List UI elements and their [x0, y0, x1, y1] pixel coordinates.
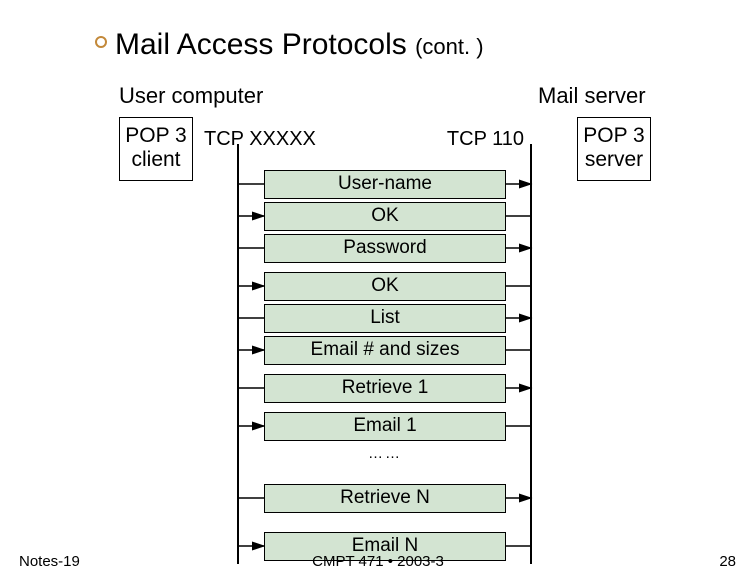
message-box: List	[264, 304, 506, 333]
tcp-client-port: TCP XXXXX	[204, 128, 316, 151]
footer-page: 28	[719, 553, 736, 570]
message-box: Email # and sizes	[264, 336, 506, 365]
tcp-server-port: TCP 110	[447, 128, 524, 151]
message-label: Email # and sizes	[311, 339, 460, 360]
message-box: Password	[264, 234, 506, 263]
title-main: Mail Access Protocols	[115, 28, 415, 61]
timeline-server	[530, 144, 532, 564]
message-box: Email 1	[264, 412, 506, 441]
title-cont: (cont. )	[415, 34, 483, 59]
label-user-computer: User computer	[119, 83, 263, 109]
message-box: OK	[264, 202, 506, 231]
pop3-server-line1: POP 3	[578, 124, 650, 148]
pop3-client-line1: POP 3	[120, 124, 192, 148]
message-label: Retrieve N	[340, 487, 430, 508]
pop3-client-box: POP 3 client	[119, 117, 193, 181]
label-mail-server: Mail server	[538, 83, 646, 109]
ellipsis: ……	[264, 445, 506, 462]
message-label: User-name	[338, 173, 432, 194]
message-label: OK	[371, 205, 398, 226]
message-box: User-name	[264, 170, 506, 199]
title-bullet	[95, 36, 107, 48]
message-box: Retrieve N	[264, 484, 506, 513]
message-label: Email 1	[353, 415, 416, 436]
message-box: Retrieve 1	[264, 374, 506, 403]
message-label: Password	[343, 237, 426, 258]
slide-title: Mail Access Protocols (cont. )	[115, 28, 484, 62]
message-label: OK	[371, 275, 398, 296]
timeline-client	[237, 144, 239, 564]
message-box: OK	[264, 272, 506, 301]
pop3-client-line2: client	[120, 148, 192, 172]
message-label: Retrieve 1	[342, 377, 429, 398]
footer-course: CMPT 471 • 2003-3	[0, 553, 756, 570]
pop3-server-line2: server	[578, 148, 650, 172]
pop3-server-box: POP 3 server	[577, 117, 651, 181]
message-label: List	[370, 307, 400, 328]
